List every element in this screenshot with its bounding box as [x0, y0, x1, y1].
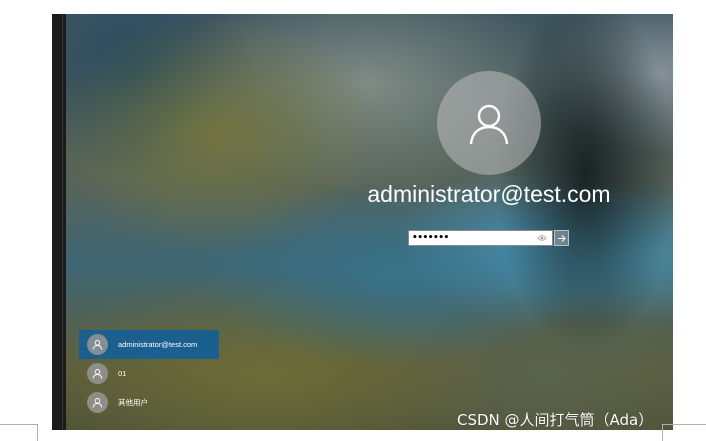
watermark: CSDN @人间打气筒（Ada） [457, 411, 654, 429]
current-user-avatar [437, 71, 541, 175]
user-avatar [87, 392, 108, 413]
arrow-right-icon [558, 234, 566, 242]
user-item-label: administrator@test.com [118, 340, 198, 349]
password-input[interactable] [412, 231, 532, 245]
user-item-administrator[interactable]: administrator@test.com [79, 330, 219, 359]
crop-mark-left [0, 424, 38, 441]
person-icon [469, 104, 509, 145]
user-avatar [87, 363, 108, 384]
crop-mark-right [662, 424, 706, 441]
submit-button[interactable] [554, 230, 569, 246]
password-field[interactable] [408, 230, 553, 246]
eye-icon[interactable] [537, 233, 547, 243]
person-icon [92, 369, 103, 379]
page: administrator@test.com admini [0, 0, 706, 441]
left-dark-strip [52, 14, 66, 430]
person-icon [92, 398, 103, 408]
person-icon [92, 340, 103, 350]
user-item-01[interactable]: 01 [79, 359, 219, 388]
user-avatar [87, 334, 108, 355]
user-item-label: 01 [118, 369, 127, 378]
current-username: administrator@test.com [367, 181, 611, 207]
user-switch-list: administrator@test.com 01 其他用户 [79, 330, 219, 417]
user-item-other-user[interactable]: 其他用户 [79, 388, 219, 417]
user-item-label: 其他用户 [118, 398, 148, 407]
lock-screen: administrator@test.com admini [66, 14, 673, 430]
